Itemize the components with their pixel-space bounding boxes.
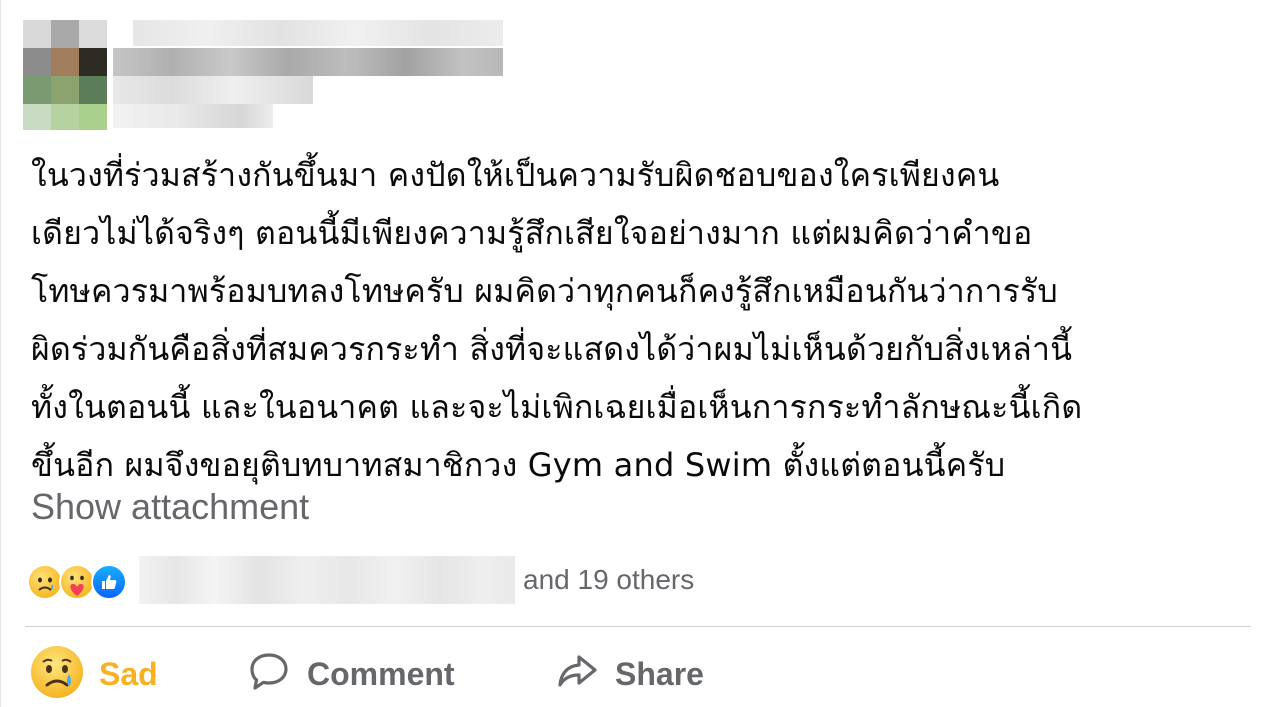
- show-attachment-link[interactable]: Show attachment: [31, 486, 309, 528]
- redacted-author-header: [23, 20, 503, 130]
- share-icon: [555, 650, 599, 698]
- sad-reaction-button[interactable]: Sad: [29, 646, 158, 702]
- post-text-line: โทษควรมาพร้อมบทลงโทษครับ ผมคิดว่าทุกคนก็…: [31, 272, 1058, 310]
- post-action-bar: Sad Comment Share: [1, 640, 1280, 707]
- sad-face-icon: [29, 644, 85, 704]
- redacted-reactor-names: [139, 556, 515, 604]
- post-text-line: เดียวไม่ได้จริงๆ ตอนนี้มีเพียงความรู้สึก…: [31, 214, 1033, 252]
- post-text-line: ทั้งในตอนนี้ และในอนาคต และจะไม่เพิกเฉยเ…: [31, 388, 1083, 426]
- sad-label: Sad: [99, 655, 158, 692]
- share-label: Share: [615, 655, 704, 692]
- like-reaction-icon: [91, 564, 127, 600]
- comment-icon: [247, 650, 291, 698]
- comment-button[interactable]: Comment: [247, 646, 455, 702]
- care-reaction-icon: [59, 564, 95, 600]
- reactions-summary[interactable]: and 19 others: [25, 556, 1255, 606]
- share-button[interactable]: Share: [555, 646, 704, 702]
- post-text-line: ผิดร่วมกันคือสิ่งที่สมควรกระทำ สิ่งที่จะ…: [31, 330, 1073, 368]
- action-divider: [25, 626, 1251, 627]
- reactions-count-text[interactable]: and 19 others: [523, 564, 694, 596]
- sad-reaction-icon: [27, 564, 63, 600]
- post-card: ในวงที่ร่วมสร้างกันขึ้นมา คงปัดให้เป็นคว…: [0, 0, 1280, 707]
- post-text-line: ในวงที่ร่วมสร้างกันขึ้นมา คงปัดให้เป็นคว…: [31, 156, 1000, 194]
- comment-label: Comment: [307, 655, 455, 692]
- reaction-icons-stack[interactable]: [27, 564, 137, 604]
- post-body-text: ในวงที่ร่วมสร้างกันขึ้นมา คงปัดให้เป็นคว…: [31, 146, 1261, 494]
